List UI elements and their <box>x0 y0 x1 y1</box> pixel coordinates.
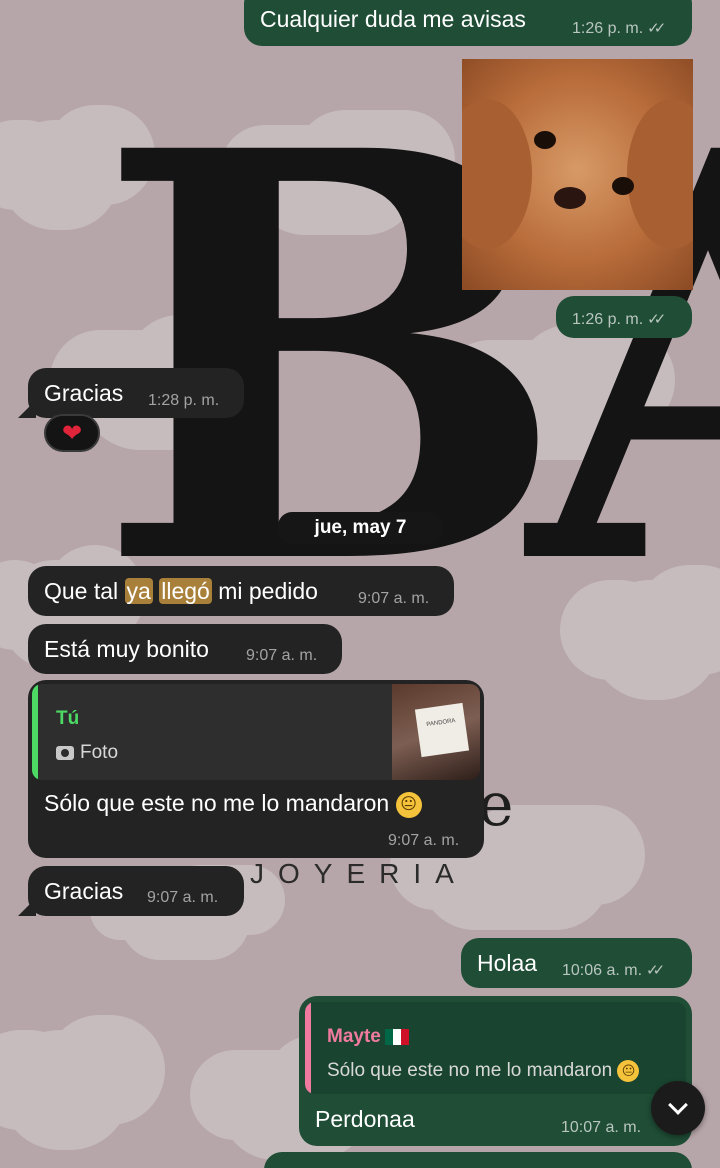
heart-icon: ❤ <box>61 419 83 447</box>
thumbnail-box: PANDORA <box>414 702 470 758</box>
photo-content <box>612 177 634 195</box>
quote-text: Sólo que este no me lo mandaron 😐 <box>327 1060 640 1082</box>
quote-author: Tú <box>56 708 80 729</box>
message-meta: 10:06 a. m. ✓✓ <box>562 961 665 980</box>
photo-content <box>462 99 532 249</box>
quoted-message[interactable]: Tú Foto PANDORA <box>32 684 480 780</box>
message-outgoing[interactable] <box>264 1152 692 1168</box>
search-highlight: llegó <box>159 578 212 604</box>
neutral-face-emoji: 😐 <box>617 1060 640 1082</box>
message-incoming[interactable]: Gracias 9:07 a. m. <box>28 866 244 916</box>
read-receipt-icon: ✓✓ <box>647 311 666 328</box>
mexico-flag-icon <box>384 1028 409 1045</box>
message-time: 1:28 p. m. <box>148 392 220 409</box>
message-incoming[interactable]: Gracias 1:28 p. m. <box>28 368 244 418</box>
message-text: Está muy bonito <box>44 636 209 662</box>
message-text: Gracias <box>44 380 124 406</box>
message-meta: 1:26 p. m. ✓✓ <box>572 19 666 38</box>
scroll-to-bottom-button[interactable] <box>651 1081 705 1135</box>
quote-label: Foto <box>56 742 118 764</box>
message-reaction[interactable]: ❤ <box>44 414 100 452</box>
message-incoming[interactable]: Está muy bonito 9:07 a. m. <box>28 624 342 674</box>
quote-bar <box>32 684 38 780</box>
message-text: Cualquier duda me avisas <box>260 6 526 32</box>
message-photo[interactable] <box>462 59 693 290</box>
wallpaper-cloud <box>0 1030 130 1150</box>
quote-bar <box>305 1002 311 1094</box>
date-separator: jue, may 7 <box>278 512 443 544</box>
message-time: 9:07 a. m. <box>147 889 219 906</box>
message-time: 1:26 p. m. <box>572 20 644 37</box>
quoted-message[interactable]: Mayte Sólo que este no me lo mandaron 😐 <box>305 1002 686 1094</box>
message-time: 9:07 a. m. <box>358 590 430 607</box>
message-outgoing[interactable]: Cualquier duda me avisas 1:26 p. m. ✓✓ <box>244 0 692 46</box>
photo-content <box>534 131 556 149</box>
photo-caption-bubble[interactable]: 1:26 p. m. ✓✓ <box>556 296 692 338</box>
message-text: Sólo que este no me lo mandaron 😐 <box>44 790 422 818</box>
message-time: 10:07 a. m. <box>561 1119 642 1136</box>
photo-content <box>627 99 693 249</box>
neutral-face-emoji: 😐 <box>395 791 422 818</box>
read-receipt-icon: ✓✓ <box>646 962 665 979</box>
message-meta: 1:26 p. m. ✓✓ <box>572 310 666 329</box>
quote-author: Mayte <box>327 1026 409 1048</box>
message-text: Holaa <box>477 950 538 976</box>
message-incoming-reply[interactable]: Tú Foto PANDORA Sólo que este no me lo m… <box>28 680 484 858</box>
photo-content <box>554 187 586 209</box>
search-highlight: ya <box>124 578 153 604</box>
message-text: Perdonaa <box>315 1106 415 1132</box>
read-receipt-icon: ✓✓ <box>647 20 666 37</box>
message-outgoing[interactable]: Holaa 10:06 a. m. ✓✓ <box>461 938 692 988</box>
message-time: 10:06 a. m. <box>562 962 643 979</box>
message-text: Gracias <box>44 878 124 904</box>
chevron-down-icon <box>668 1095 688 1115</box>
quote-thumbnail: PANDORA <box>392 684 480 780</box>
message-time: 9:07 a. m. <box>246 647 318 664</box>
message-incoming[interactable]: Que tal ya llegó mi pedido 9:07 a. m. <box>28 566 454 616</box>
camera-icon <box>56 745 74 760</box>
message-text: Que tal ya llegó mi pedido <box>44 578 318 604</box>
message-time: 1:26 p. m. <box>572 311 644 328</box>
wallpaper-logo-word: JOYERIA <box>250 858 468 889</box>
message-outgoing-reply[interactable]: Mayte Sólo que este no me lo mandaron 😐 … <box>299 996 692 1146</box>
message-time: 9:07 a. m. <box>388 832 460 849</box>
